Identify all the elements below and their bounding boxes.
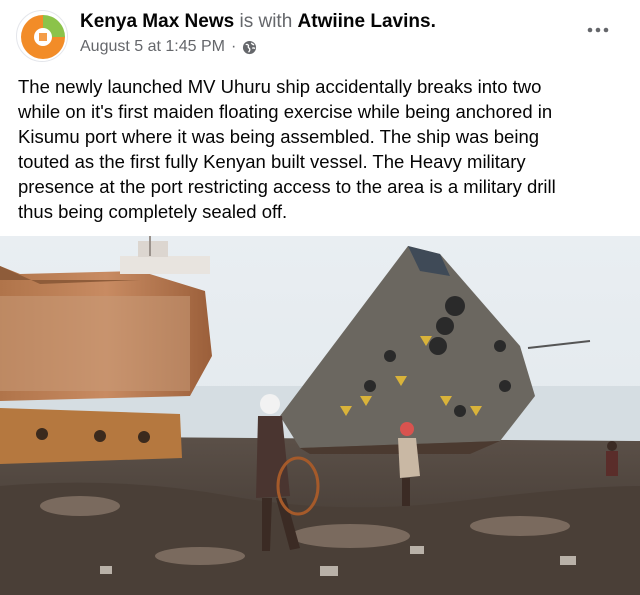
globe-icon[interactable] xyxy=(242,40,257,55)
tagged-person[interactable]: Atwiine Lavins. xyxy=(298,11,436,32)
timestamp-line: August 5 at 1:45 PM · xyxy=(80,37,580,57)
author-avatar[interactable] xyxy=(16,10,68,62)
author-name[interactable]: Kenya Max News xyxy=(80,11,234,32)
ship-breaking-photo xyxy=(0,236,640,595)
post-photo[interactable] xyxy=(0,236,640,595)
more-options-icon[interactable] xyxy=(586,18,610,42)
post-timestamp[interactable]: August 5 at 1:45 PM xyxy=(80,37,225,57)
separator-dot: · xyxy=(230,38,237,55)
post-meta: Kenya Max News is with Atwiine Lavins. A… xyxy=(80,10,580,57)
kenya-max-logo-icon xyxy=(19,13,67,61)
post-body-text: The newly launched MV Uhuru ship acciden… xyxy=(18,76,556,222)
with-text: is with xyxy=(239,11,293,32)
post-header: Kenya Max News is with Atwiine Lavins. A… xyxy=(0,0,640,70)
author-line: Kenya Max News is with Atwiine Lavins. xyxy=(80,10,580,34)
